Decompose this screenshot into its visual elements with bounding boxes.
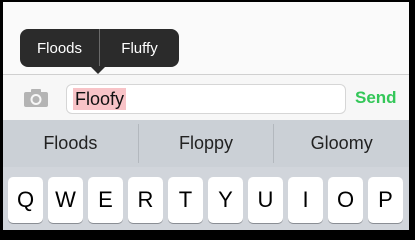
prediction-2[interactable]: Floppy	[139, 120, 274, 167]
keyboard: Q W E R T Y U I O P	[3, 167, 409, 230]
autocorrect-option-2[interactable]: Fluffy	[100, 29, 179, 67]
keyboard-row-1: Q W E R T Y U I O P	[8, 177, 406, 225]
key-u[interactable]: U	[248, 177, 283, 223]
autocorrect-option-1[interactable]: Floods	[20, 29, 99, 67]
messages-screen: Floods Fluffy Floofy Send Floods Floppy …	[3, 2, 409, 230]
prediction-1[interactable]: Floods	[3, 120, 138, 167]
key-w[interactable]: W	[48, 177, 83, 223]
key-e[interactable]: E	[88, 177, 123, 223]
key-q[interactable]: Q	[8, 177, 43, 223]
key-y[interactable]: Y	[208, 177, 243, 223]
key-r[interactable]: R	[128, 177, 163, 223]
autocorrect-bubble: Floods Fluffy	[20, 29, 179, 67]
predictive-text-bar: Floods Floppy Gloomy	[3, 120, 409, 167]
misspelled-word: Floofy	[73, 88, 127, 110]
key-p[interactable]: P	[368, 177, 403, 223]
prediction-3[interactable]: Gloomy	[274, 120, 409, 167]
send-button[interactable]: Send	[355, 88, 397, 108]
bubble-pointer	[90, 66, 106, 74]
camera-icon[interactable]	[23, 88, 49, 108]
message-input-bar: Floofy Send	[3, 74, 409, 121]
key-i[interactable]: I	[288, 177, 323, 223]
message-text-field[interactable]: Floofy	[66, 84, 346, 114]
key-o[interactable]: O	[328, 177, 363, 223]
key-t[interactable]: T	[168, 177, 203, 223]
